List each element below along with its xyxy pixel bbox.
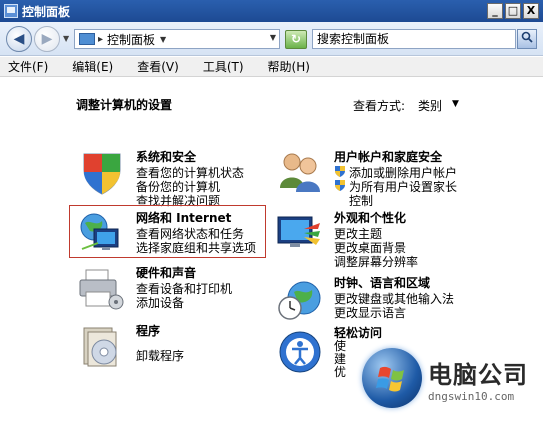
users-icon xyxy=(280,153,320,192)
address-bar: ◀ ▶ ▼ ▸ 控制面板 ▼ ▼ ↻ 搜索控制面板 xyxy=(0,22,543,56)
history-dropdown-icon[interactable]: ▼ xyxy=(63,34,69,43)
programs-icon xyxy=(83,327,117,367)
category-title[interactable]: 程序 xyxy=(136,322,160,339)
link-homegroup[interactable]: 选择家庭组和共享选项 xyxy=(136,239,256,256)
category-title[interactable]: 硬件和声音 xyxy=(136,264,196,281)
category-title[interactable]: 用户帐户和家庭安全 xyxy=(334,148,442,165)
maximize-button[interactable]: □ xyxy=(505,3,521,19)
search-icon xyxy=(521,31,533,43)
menu-edit[interactable]: 编辑(E) xyxy=(68,58,117,75)
shield-icon xyxy=(83,153,121,195)
control-panel-icon xyxy=(79,33,95,45)
link-add-device[interactable]: 添加设备 xyxy=(136,294,184,311)
link-parental-controls-cont[interactable]: 控制 xyxy=(349,192,373,209)
title-bar: 控制面板 _ □ X xyxy=(0,0,543,22)
minimize-button[interactable]: _ xyxy=(487,3,503,19)
category-title[interactable]: 系统和安全 xyxy=(136,148,196,165)
breadcrumb-separator-icon[interactable]: ▸ xyxy=(98,34,103,45)
watermark-title: 电脑公司 xyxy=(428,361,528,389)
back-button[interactable]: ◀ xyxy=(6,26,32,52)
category-title[interactable]: 时钟、语言和区域 xyxy=(334,274,430,291)
window-title: 控制面板 xyxy=(22,4,71,19)
watermark-url: dngswin10.com xyxy=(428,390,515,403)
link-screen-resolution[interactable]: 调整屏幕分辨率 xyxy=(334,253,418,270)
view-by-label: 查看方式: xyxy=(353,99,406,113)
chevron-down-icon[interactable]: ▼ xyxy=(160,35,166,44)
forward-button[interactable]: ▶ xyxy=(34,26,60,52)
page-title: 调整计算机的设置 xyxy=(76,98,173,112)
chevron-down-icon[interactable]: ▼ xyxy=(452,99,459,109)
ease-of-access-icon xyxy=(279,331,321,373)
menu-tools[interactable]: 工具(T) xyxy=(199,58,248,75)
network-globe-icon xyxy=(80,213,119,250)
control-panel-icon xyxy=(4,4,18,18)
menu-bar: 文件(F) 编辑(E) 查看(V) 工具(T) 帮助(H) xyxy=(0,57,543,77)
view-by-select[interactable]: 类别 xyxy=(418,97,442,114)
menu-help[interactable]: 帮助(H) xyxy=(264,58,314,75)
uac-shield-icon xyxy=(335,166,345,177)
category-title[interactable]: 外观和个性化 xyxy=(334,209,406,226)
search-button[interactable] xyxy=(517,29,537,49)
link-uninstall[interactable]: 卸载程序 xyxy=(136,347,184,364)
link-ease-3[interactable]: 优 xyxy=(334,363,346,380)
refresh-button[interactable]: ↻ xyxy=(285,30,307,49)
windows-logo-icon xyxy=(362,348,422,408)
windows-flag-icon xyxy=(376,366,404,392)
breadcrumb-control-panel[interactable]: 控制面板 xyxy=(107,31,155,48)
uac-shield-icon xyxy=(335,180,345,191)
menu-file[interactable]: 文件(F) xyxy=(4,58,52,75)
address-field[interactable]: ▸ 控制面板 ▼ ▼ xyxy=(74,29,280,49)
close-button[interactable]: X xyxy=(523,3,539,19)
appearance-icon xyxy=(277,216,320,247)
clock-globe-icon xyxy=(278,281,321,320)
address-dropdown-icon[interactable]: ▼ xyxy=(270,33,276,42)
printer-icon xyxy=(79,269,124,310)
search-input[interactable]: 搜索控制面板 xyxy=(312,29,516,49)
window-controls: _ □ X xyxy=(487,3,539,19)
menu-view[interactable]: 查看(V) xyxy=(133,58,183,75)
category-title[interactable]: 网络和 Internet xyxy=(136,209,231,226)
link-display-language[interactable]: 更改显示语言 xyxy=(334,304,406,321)
